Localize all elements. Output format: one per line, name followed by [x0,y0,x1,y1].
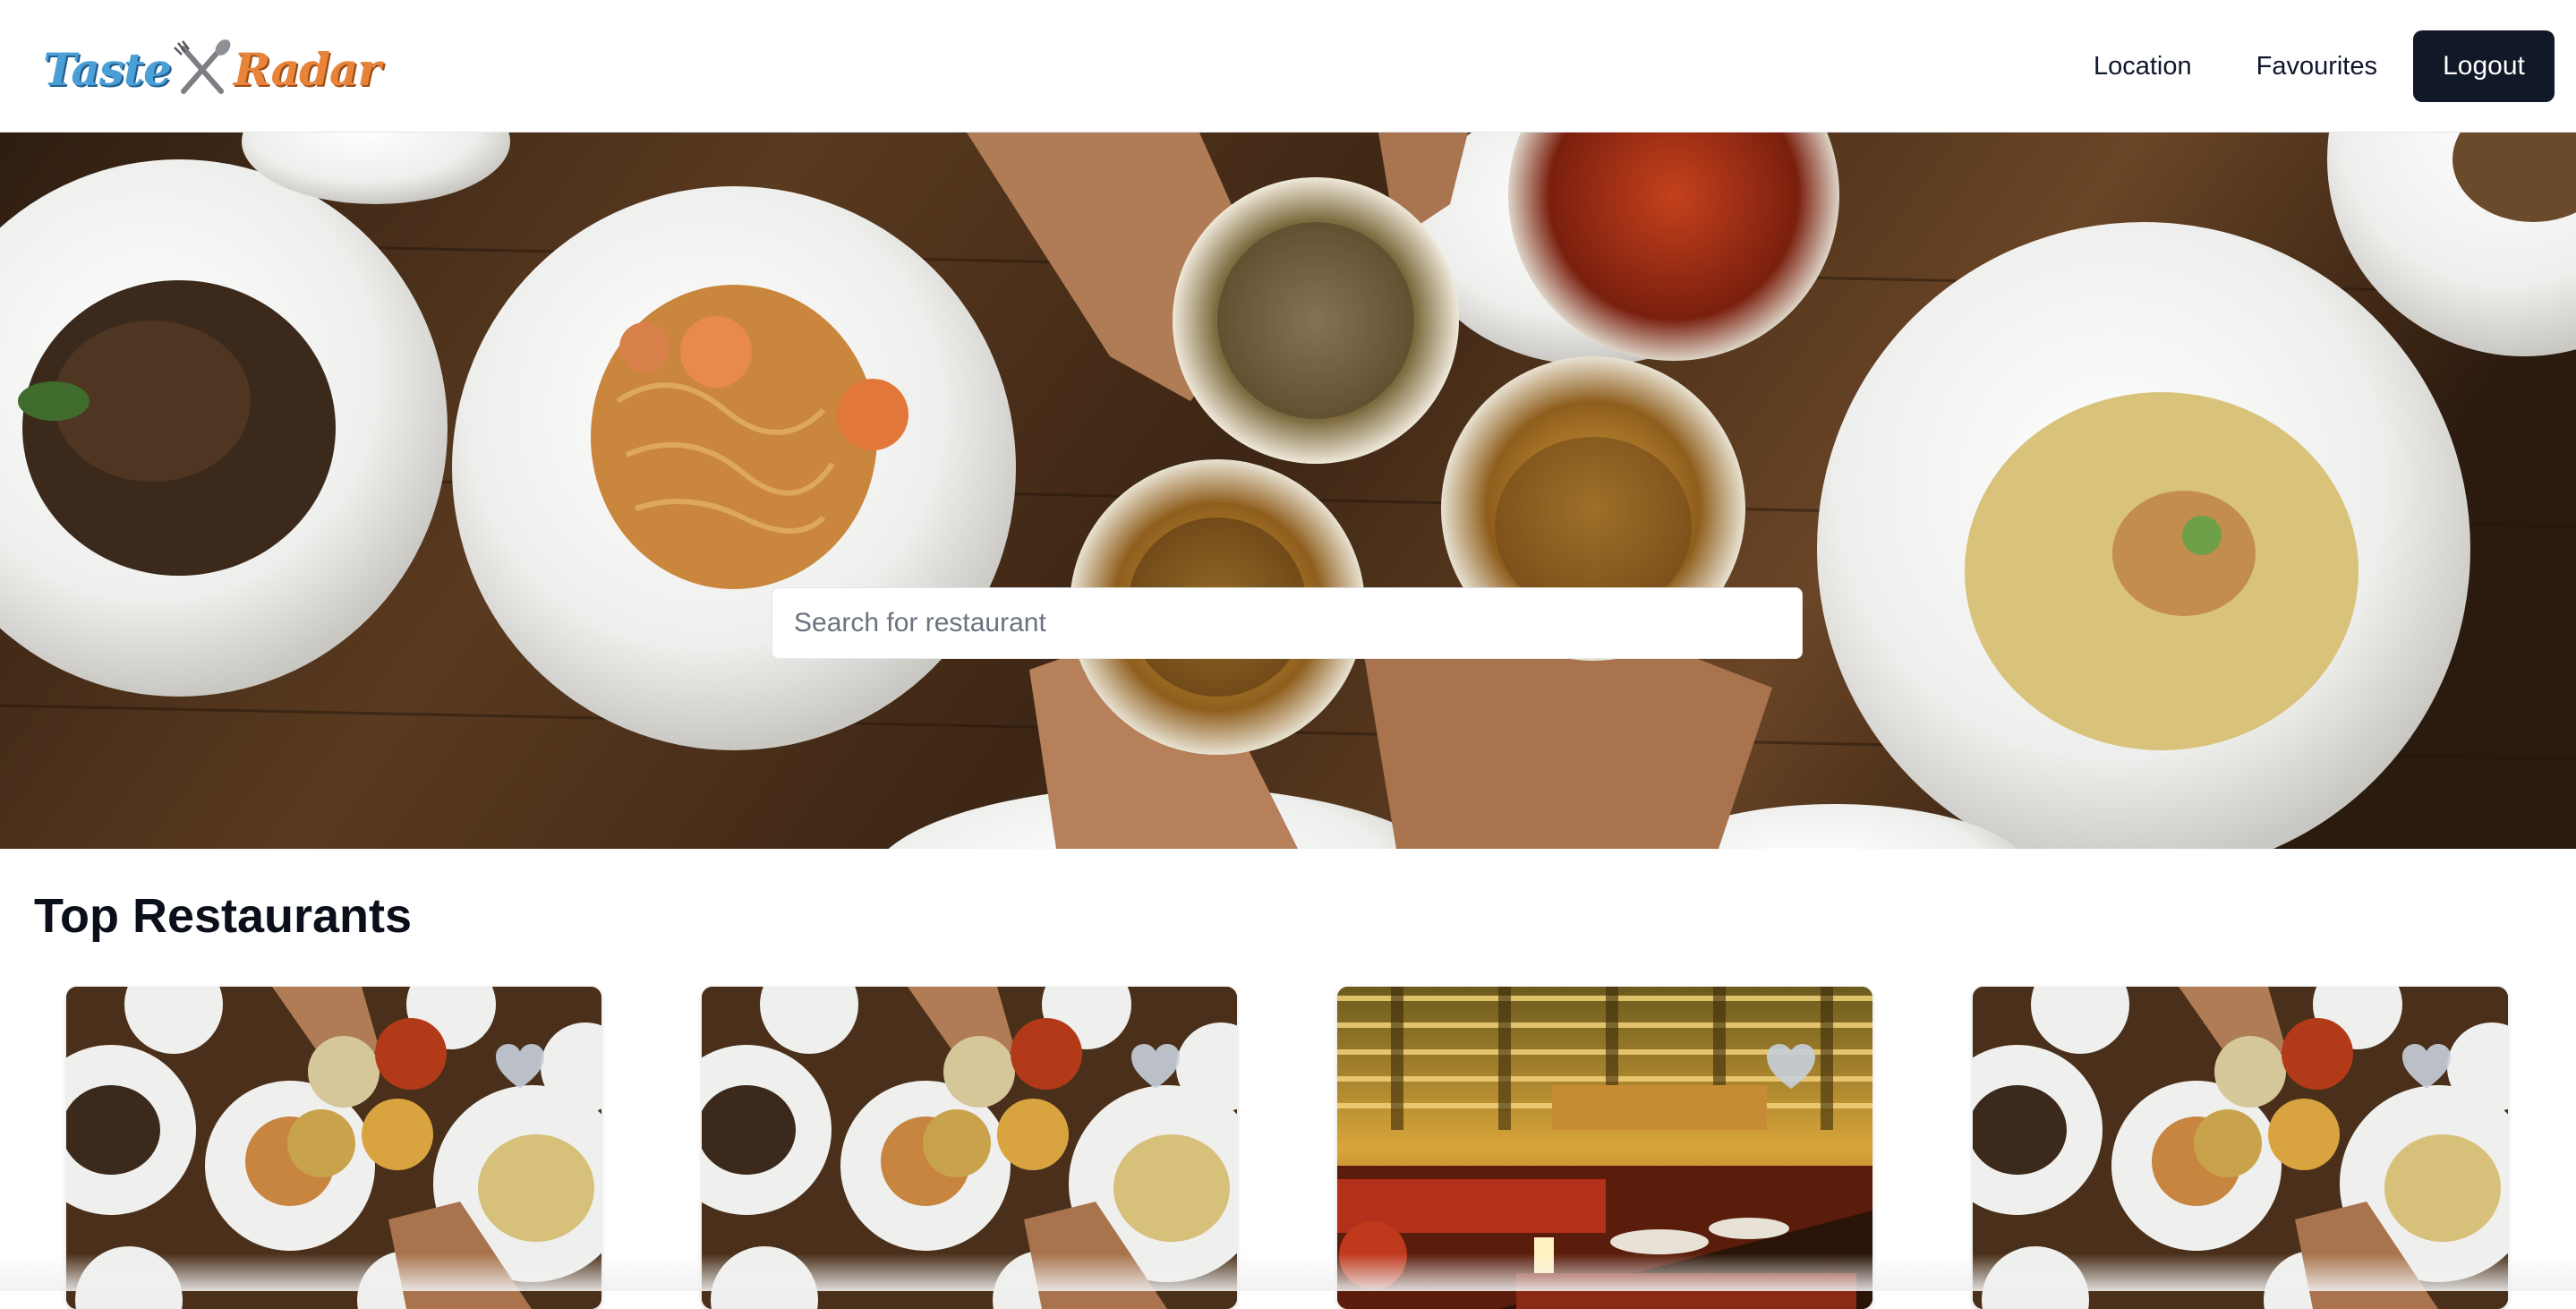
logout-button[interactable]: Logout [2413,30,2555,102]
restaurant-search-input[interactable] [772,587,1803,659]
heart-icon[interactable] [494,1042,546,1091]
heart-icon[interactable] [2401,1042,2452,1091]
nav-location-link[interactable]: Location [2061,52,2224,81]
logo-text-taste: Taste [43,42,172,96]
main-nav: Location Favourites Logout [2061,30,2555,102]
table-toast-photo [1973,987,2508,1309]
hero-food-table-image [0,133,2576,849]
restaurant-card[interactable] [1337,987,1872,1309]
nav-favourites-link[interactable]: Favourites [2224,52,2410,81]
fork-knife-icon [174,39,231,94]
restaurant-card[interactable] [66,987,601,1309]
heart-icon[interactable] [1765,1042,1817,1091]
table-toast-photo [66,987,601,1309]
hero-banner [0,133,2576,849]
restaurant-card[interactable] [1973,987,2508,1309]
heart-icon[interactable] [1130,1042,1181,1091]
taste-radar-logo[interactable]: Taste Radar [43,38,381,100]
hotel-lobby-restaurant-photo [1337,987,1872,1309]
top-navbar: Taste Radar Location Favourites Logout [0,0,2576,133]
logo-text-radar: Radar [233,42,381,96]
section-title-top-restaurants: Top Restaurants [34,889,413,943]
table-toast-photo [702,987,1237,1309]
restaurant-card[interactable] [702,987,1237,1309]
